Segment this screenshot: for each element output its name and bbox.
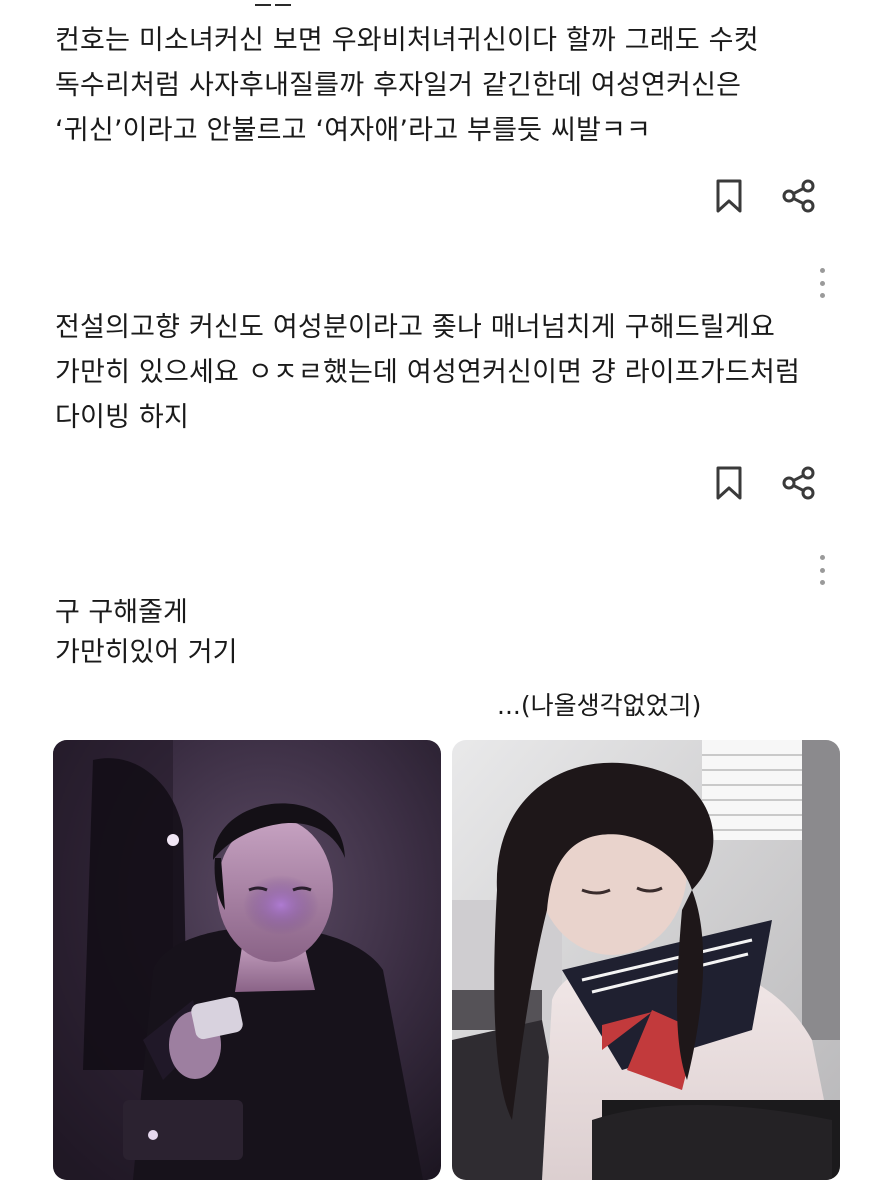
share-button[interactable] bbox=[779, 174, 819, 218]
share-icon bbox=[782, 179, 815, 213]
caption-line: 구 구해줄게 bbox=[55, 597, 188, 628]
post-body-2: 전설의고향 커신도 여성분이라고 좆나 매너넘치게 구해드릴게요 가만히 있으세… bbox=[55, 305, 845, 440]
meme-caption-left: 구 구해줄게 가만히있어 거기 bbox=[55, 593, 237, 673]
post-line: 가만히 있으세요 ㅇㅈㄹ했는데 여성연커신이면 걍 라이프가드처럼 bbox=[55, 357, 801, 388]
post-line: 독수리처럼 사자후내질를까 후자일거 같긴한데 여성연커신은 bbox=[55, 70, 742, 101]
post-line: 컨호는 미소녀커신 보면 우와비처녀귀신이다 할까 그래도 수컷 bbox=[55, 25, 759, 56]
bookmark-icon bbox=[716, 179, 742, 213]
bookmark-button[interactable] bbox=[709, 461, 749, 505]
caption-line: 가만히있어 거기 bbox=[55, 637, 238, 668]
photo-man-with-phone[interactable] bbox=[53, 740, 441, 1180]
post-actions-1 bbox=[709, 174, 819, 218]
bookmark-button[interactable] bbox=[709, 174, 749, 218]
meme-caption-right: ...(나올생각없었긔) bbox=[497, 691, 702, 720]
photo-girl-in-sailor-uniform[interactable] bbox=[452, 740, 840, 1180]
bookmark-icon bbox=[716, 466, 742, 500]
share-button[interactable] bbox=[779, 461, 819, 505]
post-line: ‘귀신’이라고 안불르고 ‘여자애’라고 부를듯 씨발ㅋㅋ bbox=[55, 115, 652, 146]
post-body-1: 컨호는 미소녀커신 보면 우와비처녀귀신이다 할까 그래도 수컷 독수리처럼 사… bbox=[55, 18, 845, 153]
post-actions-2 bbox=[709, 461, 819, 505]
post-line: 다이빙 하지 bbox=[55, 402, 189, 433]
share-icon bbox=[782, 466, 815, 500]
post-line: 전설의고향 커신도 여성분이라고 좆나 매너넘치게 구해드릴게요 bbox=[55, 312, 775, 343]
previous-post-fragment bbox=[255, 0, 315, 6]
post-feed: 컨호는 미소녀커신 보면 우와비처녀귀신이다 할까 그래도 수컷 독수리처럼 사… bbox=[0, 0, 869, 1199]
more-vertical-icon[interactable] bbox=[817, 268, 827, 298]
more-vertical-icon[interactable] bbox=[817, 555, 827, 585]
